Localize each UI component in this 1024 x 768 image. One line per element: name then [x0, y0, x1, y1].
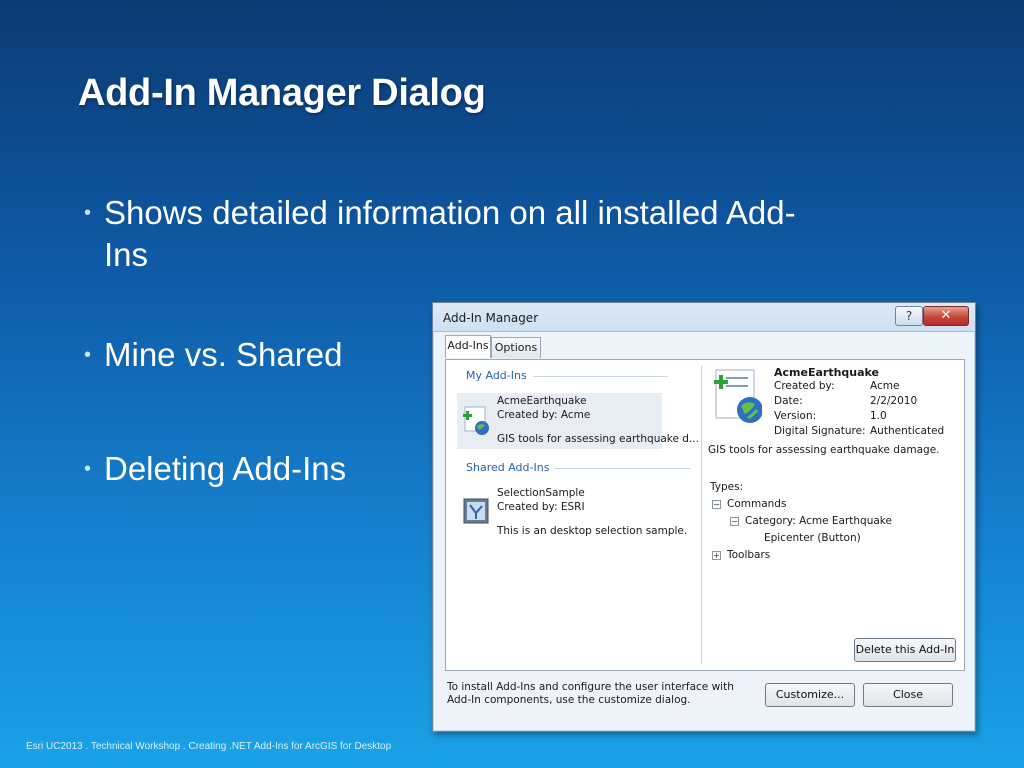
detail-key: Created by:	[774, 380, 835, 392]
addin-description: This is an desktop selection sample.	[497, 525, 688, 537]
list-item-selection-sample[interactable]: SelectionSample Created by: ESRI This is…	[457, 485, 687, 541]
tree-label: Toolbars	[727, 549, 771, 561]
bullet-item: • Shows detailed information on all inst…	[84, 192, 804, 276]
detail-key: Version:	[774, 410, 817, 422]
expand-icon[interactable]: +	[712, 550, 721, 560]
help-icon[interactable]: ?	[895, 306, 923, 326]
addin-description: GIS tools for assessing earthquake d...	[497, 433, 699, 445]
bullet-text: Deleting Add-Ins	[104, 450, 347, 487]
bullet-text: Shows detailed information on all instal…	[104, 194, 796, 273]
bullet-text: Mine vs. Shared	[104, 336, 343, 373]
group-shared-addins: Shared Add-Ins	[466, 461, 692, 474]
bullet-item: • Deleting Add-Ins	[84, 448, 346, 490]
delete-addin-button[interactable]: Delete this Add-In	[854, 638, 956, 662]
group-my-addins: My Add-Ins	[466, 369, 667, 382]
detail-value: 1.0	[870, 410, 887, 422]
customize-button[interactable]: Customize...	[765, 683, 855, 707]
addin-name: SelectionSample	[497, 487, 585, 499]
addin-created-by: Created by: Acme	[497, 409, 591, 421]
tree-node-commands[interactable]: − Commands	[712, 498, 786, 510]
detail-value: 2/2/2010	[870, 395, 918, 407]
slide-title: Add-In Manager Dialog	[78, 72, 486, 114]
collapse-icon[interactable]: −	[730, 516, 739, 526]
slide-footer: Esri UC2013 . Technical Workshop . Creat…	[26, 741, 392, 752]
detail-value: Acme	[870, 380, 900, 392]
addin-plus-globe-icon	[463, 406, 489, 435]
tab-options[interactable]: Options	[491, 337, 541, 358]
tree-label: Epicenter (Button)	[764, 532, 861, 544]
tree-label: Category: Acme Earthquake	[745, 515, 892, 527]
panel-divider	[701, 366, 702, 664]
detail-key: Digital Signature:	[774, 425, 866, 437]
detail-value: Authenticated	[870, 425, 945, 437]
collapse-icon[interactable]: −	[712, 499, 721, 509]
types-label: Types:	[710, 481, 744, 493]
install-info-text: To install Add-Ins and configure the use…	[447, 681, 734, 706]
detail-key: Date:	[774, 395, 803, 407]
addin-created-by: Created by: ESRI	[497, 501, 585, 513]
dialog-titlebar[interactable]: Add-In Manager ? ✕	[433, 303, 975, 332]
addin-plus-globe-icon	[714, 369, 762, 423]
tab-add-ins[interactable]: Add-Ins	[445, 335, 491, 358]
selection-sample-icon	[463, 498, 489, 524]
list-item-acme-earthquake[interactable]: AcmeEarthquake Created by: Acme GIS tool…	[457, 393, 699, 449]
tree-node-epicenter[interactable]: Epicenter (Button)	[764, 532, 861, 544]
add-in-manager-dialog: Add-In Manager ? ✕ Add-Ins Options AcmeE…	[432, 302, 976, 732]
bullet-dot-icon: •	[84, 458, 92, 480]
close-button[interactable]: Close	[863, 683, 953, 707]
tree-node-toolbars[interactable]: + Toolbars	[712, 549, 770, 561]
close-icon[interactable]: ✕	[923, 306, 969, 326]
bullet-item: • Mine vs. Shared	[84, 334, 342, 376]
dialog-title: Add-In Manager	[443, 311, 539, 325]
detail-addin-name: AcmeEarthquake	[774, 366, 880, 379]
bullet-dot-icon: •	[84, 344, 92, 366]
detail-description: GIS tools for assessing earthquake damag…	[708, 444, 940, 456]
tree-node-category[interactable]: − Category: Acme Earthquake	[730, 515, 892, 527]
addin-name: AcmeEarthquake	[497, 395, 587, 407]
tree-label: Commands	[727, 498, 787, 510]
bullet-dot-icon: •	[84, 202, 92, 224]
